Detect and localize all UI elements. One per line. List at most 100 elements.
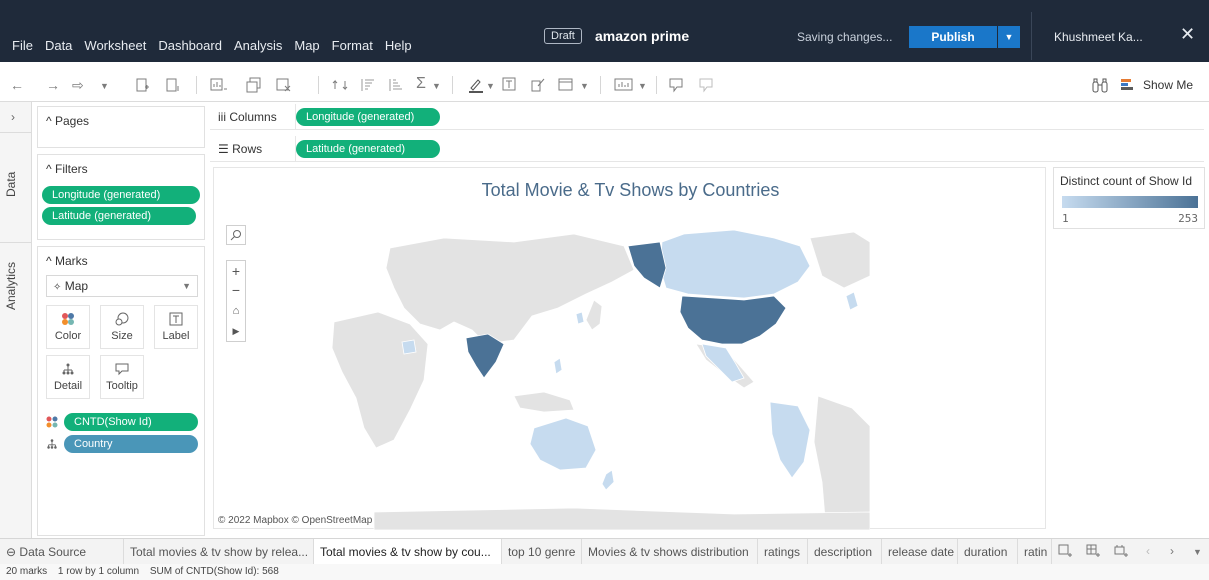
tooltip-comment-icon[interactable] — [668, 77, 684, 93]
zoom-out-icon[interactable]: − — [227, 281, 245, 301]
tab-sheet-8[interactable]: duration — [958, 539, 1018, 565]
share-comment-icon[interactable] — [698, 77, 714, 93]
redo-icon[interactable]: ⇨ — [72, 77, 84, 94]
rows-shelf-label: ☰ Rows — [218, 142, 262, 156]
home-icon[interactable]: ⌂ — [227, 301, 245, 321]
new-worksheet-icon[interactable] — [210, 77, 228, 93]
menu-analysis[interactable]: Analysis — [234, 38, 282, 53]
chevron-up-icon[interactable]: ^ — [46, 114, 52, 128]
view-title[interactable]: Total Movie & Tv Shows by Countries — [214, 180, 1047, 201]
analytics-tab[interactable]: Analytics — [4, 262, 18, 310]
color-field-icon — [46, 416, 58, 431]
columns-label-text: Columns — [229, 110, 277, 124]
new-worksheet-tab-icon[interactable] — [1058, 544, 1072, 561]
data-source-label: Data Source — [19, 545, 87, 559]
publish-button[interactable]: Publish — [909, 26, 997, 48]
tab-sheet-3[interactable]: top 10 genre — [502, 539, 582, 565]
menu-format[interactable]: Format — [332, 38, 373, 53]
user-menu[interactable]: Khushmeet Ka... — [1054, 30, 1143, 44]
status-grid: 1 row by 1 column — [57, 566, 140, 577]
close-icon[interactable]: ✕ — [1180, 24, 1195, 45]
menu-dashboard[interactable]: Dashboard — [158, 38, 222, 53]
country-philippines — [553, 357, 563, 375]
show-me-button[interactable]: Show Me — [1143, 78, 1193, 92]
world-map[interactable] — [214, 212, 870, 530]
draft-badge: Draft — [544, 28, 582, 44]
marks-pill-country[interactable]: Country — [64, 435, 198, 453]
rows-pill-latitude[interactable]: Latitude (generated) — [296, 140, 440, 158]
presentation-dropdown-icon[interactable]: ▼ — [638, 81, 647, 91]
sort-descending-icon[interactable] — [388, 77, 404, 93]
legend-gradient — [1062, 196, 1198, 208]
back-icon[interactable]: ← — [10, 77, 24, 93]
chevron-up-icon[interactable]: ^ — [46, 162, 52, 176]
data-tab[interactable]: Data — [4, 172, 18, 197]
chevron-right-icon[interactable]: › — [1170, 544, 1174, 558]
filter-pill-longitude[interactable]: Longitude (generated) — [42, 186, 200, 204]
chevron-down-icon: ▼ — [182, 281, 191, 291]
new-dashboard-tab-icon[interactable] — [1086, 544, 1100, 561]
color-card[interactable]: Color — [46, 305, 90, 349]
menu-map[interactable]: Map — [294, 38, 319, 53]
map-search-button[interactable] — [226, 225, 246, 245]
highlight-dropdown-icon[interactable]: ▼ — [486, 81, 495, 91]
menu-worksheet[interactable]: Worksheet — [84, 38, 146, 53]
sort-ascending-icon[interactable] — [360, 77, 376, 93]
size-card[interactable]: Size — [100, 305, 144, 349]
rows-shelf[interactable]: ☰ Rows Latitude (generated) — [210, 136, 1204, 162]
menu-help[interactable]: Help — [385, 38, 412, 53]
fit-dropdown-icon[interactable]: ▼ — [580, 81, 589, 91]
chevron-left-icon[interactable]: ‹ — [1146, 544, 1150, 558]
tab-sheet-2[interactable]: Total movies & tv show by cou... — [314, 539, 502, 565]
country-india — [465, 333, 505, 379]
tab-data-source[interactable]: ⊖ Data Source — [0, 539, 124, 565]
country-australia — [529, 417, 597, 471]
toolbar-divider — [600, 76, 601, 94]
totals-icon[interactable]: Σ — [416, 75, 426, 93]
label-icon[interactable] — [502, 77, 516, 91]
tab-sheet-6[interactable]: description — [808, 539, 882, 565]
tab-sheet-9[interactable]: ratin — [1018, 539, 1052, 565]
tooltip-card[interactable]: Tooltip — [100, 355, 144, 399]
annotate-icon[interactable] — [530, 77, 546, 93]
presentation-icon[interactable] — [614, 77, 634, 93]
detail-card[interactable]: Detail — [46, 355, 90, 399]
label-card[interactable]: Label — [154, 305, 198, 349]
marks-pill-cntd[interactable]: CNTD(Show Id) — [64, 413, 198, 431]
pause-datasource-icon[interactable] — [166, 77, 180, 93]
tab-sheet-5[interactable]: ratings — [758, 539, 808, 565]
mark-type-select[interactable]: ✧ Map ▼ — [46, 275, 198, 297]
publish-dropdown-button[interactable]: ▼ — [998, 26, 1020, 48]
fit-icon[interactable] — [558, 77, 576, 93]
duplicate-sheet-icon[interactable] — [246, 77, 262, 93]
chevron-up-icon[interactable]: ^ — [46, 254, 52, 268]
zoom-in-icon[interactable]: + — [227, 261, 245, 281]
toolbar-divider — [452, 76, 453, 94]
forward-icon[interactable]: → — [46, 77, 60, 93]
menu-data[interactable]: Data — [45, 38, 72, 53]
show-me-icon[interactable] — [1120, 78, 1136, 95]
map-view[interactable]: © 2022 Mapbox © OpenStreetMap — [214, 212, 870, 530]
marks-header: ^ Marks — [38, 247, 204, 268]
filter-pill-latitude[interactable]: Latitude (generated) — [42, 207, 196, 225]
menu-file[interactable]: File — [12, 38, 33, 53]
play-icon[interactable]: ▶ — [227, 321, 245, 341]
totals-dropdown-icon[interactable]: ▼ — [432, 81, 441, 91]
columns-pill-longitude[interactable]: Longitude (generated) — [296, 108, 440, 126]
filters-title: Filters — [54, 162, 88, 176]
binoculars-icon[interactable] — [1092, 78, 1108, 97]
tab-sheet-7[interactable]: release date — [882, 539, 958, 565]
redo-dropdown-icon[interactable]: ▼ — [100, 81, 109, 91]
tab-sheet-4[interactable]: Movies & tv shows distribution — [582, 539, 758, 565]
chevron-right-icon[interactable]: › — [11, 110, 15, 124]
color-legend[interactable]: Distinct count of Show Id 1 253 — [1053, 167, 1205, 229]
workbook-title[interactable]: amazon prime — [595, 28, 689, 44]
highlight-icon[interactable] — [468, 77, 484, 93]
columns-shelf[interactable]: iii Columns Longitude (generated) — [210, 104, 1204, 130]
new-datasource-icon[interactable] — [136, 77, 150, 93]
swap-icon[interactable] — [332, 77, 348, 93]
clear-sheet-icon[interactable] — [276, 77, 294, 93]
tab-sheet-1[interactable]: Total movies & tv show by relea... — [124, 539, 314, 565]
new-story-tab-icon[interactable] — [1114, 544, 1128, 561]
tab-list-dropdown-icon[interactable]: ▼ — [1193, 547, 1202, 557]
